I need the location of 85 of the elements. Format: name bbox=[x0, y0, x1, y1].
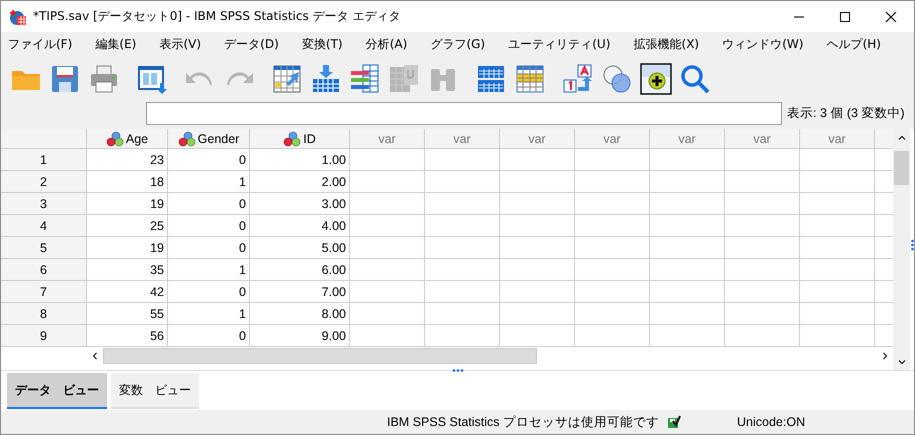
row-header[interactable]: 8 bbox=[1, 302, 86, 324]
horizontal-scrollbar-thumb[interactable] bbox=[103, 348, 537, 364]
table-cell[interactable]: 35 bbox=[86, 258, 168, 280]
close-icon[interactable] bbox=[885, 10, 897, 22]
row-header[interactable]: 7 bbox=[1, 280, 86, 302]
table-cell[interactable]: 8.00 bbox=[250, 302, 350, 324]
table-cell[interactable]: 3.00 bbox=[250, 192, 350, 214]
table-cell[interactable]: 19 bbox=[86, 192, 168, 214]
grid-arrow-icon[interactable] bbox=[271, 62, 303, 94]
table-cell[interactable]: 18 bbox=[86, 170, 168, 192]
table-cell[interactable]: 7.00 bbox=[250, 280, 350, 302]
table-cell[interactable]: 5.00 bbox=[250, 236, 350, 258]
column-header[interactable]: var bbox=[650, 129, 724, 148]
view-tab[interactable]: 変数 ビュー bbox=[111, 372, 199, 408]
table-cell[interactable]: 1 bbox=[168, 258, 250, 280]
column-header[interactable]: ID bbox=[303, 132, 316, 146]
row-header[interactable]: 9 bbox=[1, 324, 86, 346]
table-cell[interactable]: 56 bbox=[86, 324, 168, 346]
table-cell[interactable]: 0 bbox=[168, 148, 250, 170]
column-header[interactable]: var bbox=[500, 129, 574, 148]
table-cell[interactable]: 19 bbox=[86, 236, 168, 258]
table-cell[interactable]: 6.00 bbox=[250, 258, 350, 280]
menu-item[interactable]: ウィンドウ(W) bbox=[717, 36, 808, 53]
processor-ready-icon bbox=[667, 415, 682, 429]
column-header[interactable]: var bbox=[424, 129, 500, 148]
menu-item[interactable]: 分析(A) bbox=[360, 36, 412, 53]
row-header[interactable]: 1 bbox=[1, 148, 86, 170]
row-header[interactable]: 3 bbox=[1, 192, 86, 214]
table-cell[interactable]: 0 bbox=[168, 280, 250, 302]
row-header[interactable]: 6 bbox=[1, 258, 86, 280]
search-icon[interactable] bbox=[679, 62, 711, 94]
table-cell[interactable]: 0 bbox=[168, 192, 250, 214]
variable-list-icon[interactable] bbox=[349, 62, 381, 94]
splitter-handle-icon[interactable] bbox=[452, 369, 464, 372]
scroll-down-icon[interactable] bbox=[898, 358, 906, 366]
highlighted-table-icon[interactable] bbox=[514, 62, 546, 94]
status-message: IBM SPSS Statistics プロセッサは使用可能です bbox=[387, 414, 660, 430]
view-tab[interactable]: データ ビュー bbox=[7, 372, 107, 408]
menu-item[interactable]: グラフ(G) bbox=[425, 36, 490, 53]
menu-item[interactable]: 編集(E) bbox=[90, 36, 142, 53]
table-cell[interactable]: 25 bbox=[86, 214, 168, 236]
column-header[interactable]: var bbox=[574, 129, 650, 148]
menu-item[interactable]: ヘルプ(H) bbox=[822, 36, 886, 53]
table-cell[interactable]: 4.00 bbox=[250, 214, 350, 236]
column-header[interactable]: var bbox=[800, 129, 874, 148]
row-header[interactable]: 5 bbox=[1, 236, 86, 258]
menu-item[interactable]: 拡張機能(X) bbox=[628, 36, 704, 53]
splitter-handle-icon[interactable] bbox=[911, 239, 914, 251]
table-cell[interactable]: 0 bbox=[168, 214, 250, 236]
row-header[interactable]: 2 bbox=[1, 170, 86, 192]
unicode-status: Unicode:ON bbox=[737, 415, 806, 429]
scroll-left-icon[interactable] bbox=[90, 352, 98, 360]
table-cell[interactable]: 0 bbox=[168, 324, 250, 346]
column-header[interactable]: var bbox=[350, 129, 424, 148]
menu-item[interactable]: ファイル(F) bbox=[3, 36, 78, 53]
window-title: *TIPS.sav [データセット0] - IBM SPSS Statistics データ エディタ bbox=[33, 8, 400, 25]
menu-item[interactable]: 変換(T) bbox=[296, 36, 348, 53]
table-cell[interactable]: 0 bbox=[168, 236, 250, 258]
maximize-icon[interactable] bbox=[839, 10, 851, 22]
menu-item[interactable]: ユーティリティ(U) bbox=[503, 36, 616, 53]
table-cell[interactable]: 1 bbox=[168, 170, 250, 192]
cell-editor-field[interactable] bbox=[146, 102, 782, 124]
menu-item[interactable]: データ(D) bbox=[219, 36, 284, 53]
variable-type-icon bbox=[106, 130, 124, 146]
table-cell[interactable]: 9.00 bbox=[250, 324, 350, 346]
table-cell[interactable]: 1.00 bbox=[250, 148, 350, 170]
table-cell[interactable]: 1 bbox=[168, 302, 250, 324]
app-icon bbox=[9, 8, 27, 26]
overlapping-circles-icon[interactable] bbox=[601, 62, 633, 94]
value-labels-icon[interactable] bbox=[562, 62, 594, 94]
variable-type-icon bbox=[178, 130, 196, 146]
variable-type-icon bbox=[283, 130, 302, 146]
table-cell[interactable]: 42 bbox=[86, 280, 168, 302]
visible-variables-info: 表示: 3 個 (3 変数中) bbox=[787, 104, 905, 122]
row-header[interactable]: 4 bbox=[1, 214, 86, 236]
insert-row-icon[interactable] bbox=[310, 62, 342, 94]
table-cell[interactable]: 23 bbox=[86, 148, 168, 170]
vertical-scrollbar-thumb[interactable] bbox=[894, 151, 909, 185]
table-cell[interactable]: 55 bbox=[86, 302, 168, 324]
scroll-right-icon[interactable] bbox=[880, 352, 888, 360]
scroll-up-icon[interactable] bbox=[898, 134, 906, 142]
table-cell[interactable]: 2.00 bbox=[250, 170, 350, 192]
menu-item[interactable]: 表示(V) bbox=[154, 36, 206, 53]
printer-icon[interactable] bbox=[88, 62, 120, 94]
column-header[interactable]: var bbox=[724, 129, 800, 148]
